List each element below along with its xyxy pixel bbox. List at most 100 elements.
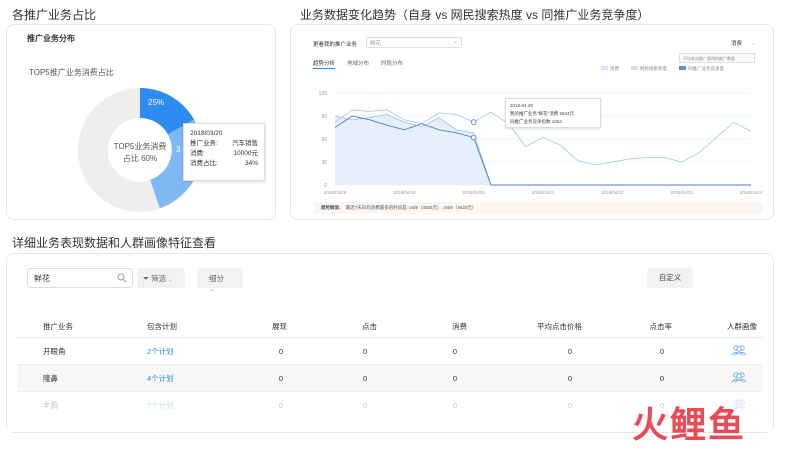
tooltip-row: 消费: 10000元 — [190, 149, 258, 159]
chart-legend: 消费 网民搜索热度 同推广业务竞争度 — [601, 66, 724, 72]
table-header-row: 推广业务 包含计划 展现 点击 消费 平均点击价格 点击率 人群画像 — [17, 316, 763, 338]
cell-impressions: 0 — [278, 373, 283, 383]
tooltip-row-value: 10000元 — [233, 150, 258, 157]
legend-swatch — [679, 66, 686, 70]
legend-item[interactable]: 网民搜索热度 — [631, 66, 667, 72]
legend-label: 同推广业务竞争度 — [688, 66, 724, 71]
cell-persona — [672, 371, 757, 385]
pie-subtitle: TOP5推广业务消费占比 — [29, 68, 114, 77]
search-input[interactable]: 鲜花 — [27, 268, 133, 288]
pie-card-header: 推广业务分布 — [27, 34, 75, 43]
cell-persona — [672, 344, 757, 358]
col-header-ctr: 点击率 — [649, 322, 673, 331]
x-tick-label: 2018/04/24 — [740, 190, 763, 195]
watermark-char: 鲤 — [670, 404, 709, 445]
search-input-value: 鲜花 — [34, 274, 50, 283]
trend-section-title: 业务数据变化趋势（自身 vs 网民搜索热度 vs 同推广业务竞争度） — [300, 8, 650, 22]
trend-tooltip-date: 2018-04-20 — [510, 103, 534, 108]
tooltip-row-label: 消费占比: — [190, 160, 218, 167]
tab-timeslot[interactable]: 时段分布 — [381, 59, 403, 69]
x-tick-label: 2018/04/22 — [601, 190, 624, 195]
cell-cost: 0 — [452, 346, 457, 356]
trend-tooltip-line2: 同推广业务竞争指数 1062 — [510, 119, 562, 124]
customize-button[interactable]: 自定义 — [647, 268, 693, 288]
legend-swatch — [631, 66, 638, 70]
tooltip-date: 2018/03/20 — [190, 130, 223, 137]
watermark-logo: 火鲤鱼 — [632, 404, 746, 446]
business-select-value: 鲜花 — [370, 41, 382, 47]
cell-business: 开眼角 — [43, 346, 66, 356]
persona-icon[interactable] — [731, 344, 747, 356]
tooltip-row: 消费占比: 34% — [190, 159, 258, 169]
tooltip-row-label: 消费: — [190, 150, 205, 157]
cell-clicks: 0 — [362, 346, 367, 356]
metric-select-value: 消费 — [731, 41, 743, 47]
trend-footer-label: 趋势解读: — [321, 205, 341, 210]
chevron-down-icon: ⌄ — [209, 284, 216, 293]
pie-tooltip: 2018/03/20 推广业务: 汽车销售 消费: 10000元 消费占比: 34% — [183, 123, 265, 181]
filter-button[interactable]: ⏷ 筛选 ⌄ — [137, 268, 185, 288]
legend-swatch — [601, 66, 608, 70]
legend-label: 网民搜索热度 — [640, 66, 667, 71]
y-tick-label: 60 — [321, 137, 327, 143]
pie-section-title: 各推广业务占比 — [12, 8, 97, 22]
trend-tooltip-line1: 我的推广业务"鲜花"消费 2644元 — [510, 111, 574, 116]
cell-cost: 0 — [452, 373, 457, 383]
y-tick-label: 30 — [321, 160, 327, 166]
tab-trend[interactable]: 趋势分析 — [313, 59, 336, 69]
col-header-impressions: 展现 — [272, 322, 287, 331]
cell-ctr: 0 — [659, 346, 664, 356]
table-row: 开眼角 2个计划 0 0 0 0 0 — [17, 338, 763, 365]
x-tick-label: 2018/04/18 — [324, 190, 347, 195]
slice-label-34: 3 — [176, 145, 181, 154]
col-header-avg-price: 平均点击价格 — [537, 322, 582, 331]
legend-item[interactable]: 同推广业务竞争度 — [679, 66, 724, 72]
slice-label-25: 25% — [148, 98, 165, 107]
hint-tooltip: 平均单次推广获得的推广数量 — [679, 53, 755, 63]
highlight-point[interactable] — [470, 119, 477, 125]
tab-region[interactable]: 地域分布 — [347, 59, 369, 69]
tooltip-row-value: 34% — [244, 160, 258, 167]
legend-label: 消费 — [610, 66, 619, 71]
segment-button[interactable]: 细分 ⌄ — [197, 268, 243, 293]
segment-label: 细分 — [209, 274, 224, 283]
watermark-char: 鱼 — [708, 404, 747, 445]
trend-card: 更看我的推广业务 鲜花 ⌄ 消费 ⌄ 趋势分析 地域分布 时段分布 平均单次推广… — [290, 24, 774, 220]
chevron-down-icon: ⌄ — [751, 41, 757, 47]
col-header-persona: 人群画像 — [727, 322, 757, 331]
filter-icon: ⏷ — [143, 274, 149, 283]
cell-impressions: 0 — [278, 346, 283, 356]
donut-center-line1: TOP5业务消费 — [113, 142, 167, 151]
x-tick-label: 2018/04/20 — [462, 190, 485, 195]
plans-link[interactable]: 2个计划 — [117, 346, 227, 357]
trend-select-label: 更看我的推广业务 — [313, 42, 358, 48]
y-tick-label: 0 — [324, 183, 327, 189]
search-icon[interactable] — [117, 273, 127, 283]
chevron-down-icon: ⌄ — [168, 274, 173, 283]
trend-tabs: 趋势分析 地域分布 时段分布 — [313, 59, 403, 69]
trend-tooltip: 2018-04-20 我的推广业务"鲜花"消费 2644元 同推广业务竞争指数 … — [505, 98, 601, 128]
persona-icon[interactable] — [731, 371, 747, 383]
pie-card: 推广业务分布 TOP5推广业务消费占比 25% 3 TOP5业务消费 占比 60… — [6, 24, 276, 220]
y-tick-label: 120 — [319, 91, 328, 97]
highlight-point[interactable] — [470, 134, 477, 141]
trend-footer-text: 最近7天日均消费最多的时间是: 04/8（4555元）, 04/9（4620元） — [345, 205, 477, 210]
trend-footer: 趋势解读: 最近7天日均消费最多的时间是: 04/8（4555元）, 04/9（… — [315, 202, 763, 214]
x-tick-label: 2018/04/23 — [670, 190, 693, 195]
watermark-char: 火 — [632, 404, 671, 445]
tooltip-row: 推广业务: 汽车销售 — [190, 139, 258, 149]
x-tick-label: 2018/04/19 — [393, 190, 416, 195]
plans-link[interactable]: 4个计划 — [117, 373, 227, 384]
filter-label: 筛选 — [151, 274, 167, 283]
metric-select[interactable]: 消费 ⌄ — [731, 39, 756, 47]
table-section-title: 详细业务表现数据和人群画像特征查看 — [12, 236, 217, 250]
chevron-down-icon: ⌄ — [452, 39, 458, 45]
cell-clicks: 0 — [362, 373, 367, 383]
col-header-clicks: 点击 — [362, 322, 377, 331]
business-select[interactable]: 鲜花 ⌄ — [366, 37, 462, 48]
tooltip-row-label: 推广业务: — [190, 140, 218, 147]
col-header-cost: 消费 — [452, 322, 467, 331]
legend-item[interactable]: 消费 — [601, 66, 619, 72]
cell-avg-price: 0 — [567, 373, 572, 383]
cell-avg-price: 0 — [567, 346, 572, 356]
